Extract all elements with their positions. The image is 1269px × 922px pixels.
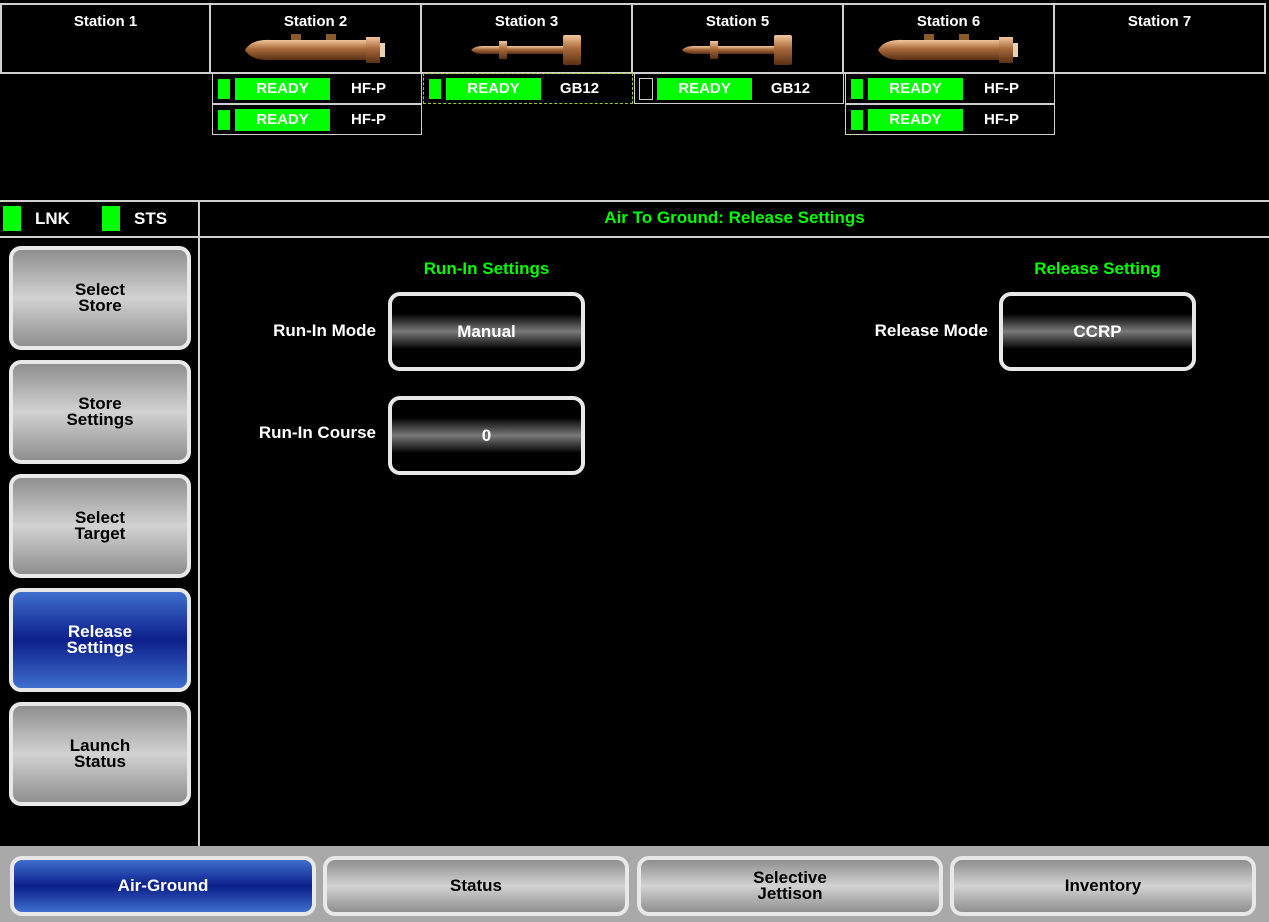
station-2[interactable]: Station 2 [211, 3, 422, 74]
station-name: Station 6 [916, 13, 981, 30]
store-type: HF-P [984, 80, 1019, 97]
lnk-indicator: LNK [3, 206, 70, 231]
store-type: HF-P [984, 111, 1019, 128]
store-row-station-5[interactable]: READY GB12 [634, 73, 844, 104]
store-indicator [217, 108, 231, 131]
station-5[interactable]: Station 5 [633, 3, 844, 74]
release-settings-button[interactable]: Release Settings [9, 588, 191, 692]
sts-led [102, 206, 120, 231]
release-mode-button[interactable]: CCRP [999, 292, 1196, 371]
station-name: Station 7 [1127, 13, 1192, 30]
station-name: Station 3 [494, 13, 559, 30]
store-status: READY [868, 108, 963, 131]
large-bomb-icon [244, 34, 385, 63]
divider [198, 200, 200, 846]
run-in-heading: Run-In Settings [423, 259, 550, 278]
tab-status[interactable]: Status [323, 856, 629, 916]
store-type: GB12 [559, 80, 600, 97]
store-status: READY [235, 108, 330, 131]
divider [0, 236, 1269, 238]
station-3[interactable]: Station 3 [422, 3, 633, 74]
tab-inventory[interactable]: Inventory [950, 856, 1256, 916]
store-status: READY [235, 77, 330, 100]
large-bomb-icon [877, 34, 1018, 63]
store-status: READY [868, 77, 963, 100]
store-type: HF-P [351, 80, 386, 97]
guided-bomb-icon [681, 35, 792, 65]
run-in-mode-label: Run-In Mode [273, 321, 376, 340]
store-status: READY [657, 77, 752, 100]
run-in-course-button[interactable]: 0 [388, 396, 585, 475]
store-row-station-2-a[interactable]: READY HF-P [212, 73, 422, 104]
divider [0, 200, 1269, 202]
launch-status-button[interactable]: Launch Status [9, 702, 191, 806]
store-settings-button[interactable]: Store Settings [9, 360, 191, 464]
store-indicator [428, 77, 442, 100]
guided-bomb-icon [470, 35, 581, 65]
store-row-station-6-b[interactable]: READY HF-P [845, 104, 1055, 135]
run-in-course-label: Run-In Course [258, 423, 376, 442]
station-1[interactable]: Station 1 [0, 3, 211, 74]
station-name: Station 5 [705, 13, 770, 30]
store-row-station-3[interactable]: READY GB12 [423, 73, 633, 104]
tab-air-ground[interactable]: Air-Ground [10, 856, 316, 916]
release-setting-heading: Release Setting [1034, 259, 1161, 278]
sts-indicator: STS [102, 206, 167, 231]
store-type: GB12 [770, 80, 811, 97]
station-name: Station 1 [73, 13, 138, 30]
store-type: HF-P [351, 111, 386, 128]
lnk-label: LNK [35, 208, 70, 228]
store-row-station-6-a[interactable]: READY HF-P [845, 73, 1055, 104]
store-indicator [850, 108, 864, 131]
station-6[interactable]: Station 6 [844, 3, 1055, 74]
store-indicator [639, 77, 653, 100]
tab-selective-jettison[interactable]: Selective Jettison [637, 856, 943, 916]
run-in-mode-button[interactable]: Manual [388, 292, 585, 371]
page-title: Air To Ground: Release Settings [604, 208, 865, 227]
station-header: Station 1 Station 2 Station 3 Station 5 [0, 3, 1268, 74]
sts-label: STS [134, 208, 168, 228]
station-name: Station 2 [283, 13, 348, 30]
select-store-button[interactable]: Select Store [9, 246, 191, 350]
release-mode-label: Release Mode [874, 321, 988, 340]
station-7[interactable]: Station 7 [1055, 3, 1266, 74]
store-indicator [217, 77, 231, 100]
select-target-button[interactable]: Select Target [9, 474, 191, 578]
lnk-led [3, 206, 21, 231]
store-indicator [850, 77, 864, 100]
store-row-station-2-b[interactable]: READY HF-P [212, 104, 422, 135]
store-status: READY [446, 77, 541, 100]
